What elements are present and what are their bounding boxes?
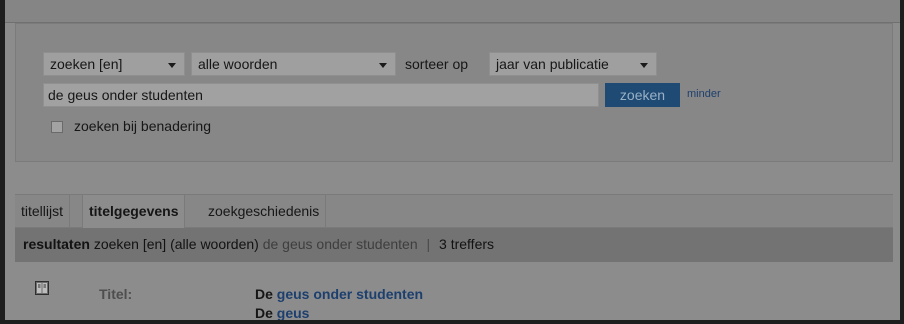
tabs-row: titellijst titelgegevens zoekgeschiedeni…	[15, 194, 893, 228]
title-prefix: De	[255, 286, 273, 302]
result-record: Titel: De geus onder studenten De geus	[15, 262, 893, 320]
results-query: de geus onder studenten	[262, 236, 418, 252]
top-bar	[5, 0, 900, 23]
tab-titelgegevens[interactable]: titelgegevens	[82, 195, 186, 228]
chevron-down-icon	[379, 63, 387, 68]
sort-select-value: jaar van publicatie	[496, 56, 609, 72]
search-input[interactable]: de geus onder studenten	[43, 83, 599, 107]
words-select[interactable]: alle woorden	[191, 52, 396, 76]
sort-select[interactable]: jaar van publicatie	[489, 52, 657, 76]
title-link[interactable]: geus	[277, 305, 310, 320]
search-panel: zoeken [en] alle woorden sorteer op jaar…	[15, 23, 893, 162]
title-field-label: Titel:	[99, 286, 133, 302]
results-words: (alle woorden)	[170, 236, 259, 252]
search-input-value: de geus onder studenten	[48, 87, 203, 103]
results-count: 3 treffers	[439, 236, 495, 252]
fuzzy-search-label: zoeken bij benadering	[74, 118, 211, 134]
tab-titellijst[interactable]: titellijst	[15, 195, 71, 228]
scope-select[interactable]: zoeken [en]	[43, 52, 185, 76]
record-title-line: De geus onder studenten	[255, 286, 423, 302]
window-border	[0, 320, 904, 324]
title-prefix: De	[255, 305, 273, 320]
record-title-line: De geus	[255, 305, 309, 320]
page-frame: zoeken [en] alle woorden sorteer op jaar…	[5, 0, 900, 320]
chevron-down-icon	[640, 63, 648, 68]
results-scope: zoeken [en]	[93, 236, 167, 252]
words-select-value: alle woorden	[198, 56, 278, 72]
sort-label: sorteer op	[405, 56, 469, 72]
fuzzy-search-checkbox[interactable]	[51, 121, 63, 133]
search-button[interactable]: zoeken	[605, 83, 680, 107]
book-icon[interactable]	[35, 281, 49, 295]
results-label: resultaten	[23, 236, 90, 252]
less-options-link[interactable]: minder	[687, 88, 721, 100]
results-separator: |	[426, 236, 431, 252]
results-summary: resultaten zoeken [en] (alle woorden) de…	[15, 228, 893, 262]
scope-select-value: zoeken [en]	[50, 56, 123, 72]
chevron-down-icon	[168, 63, 176, 68]
tab-zoekgeschiedenis[interactable]: zoekgeschiedenis	[202, 195, 327, 228]
title-link[interactable]: geus onder studenten	[277, 286, 423, 302]
